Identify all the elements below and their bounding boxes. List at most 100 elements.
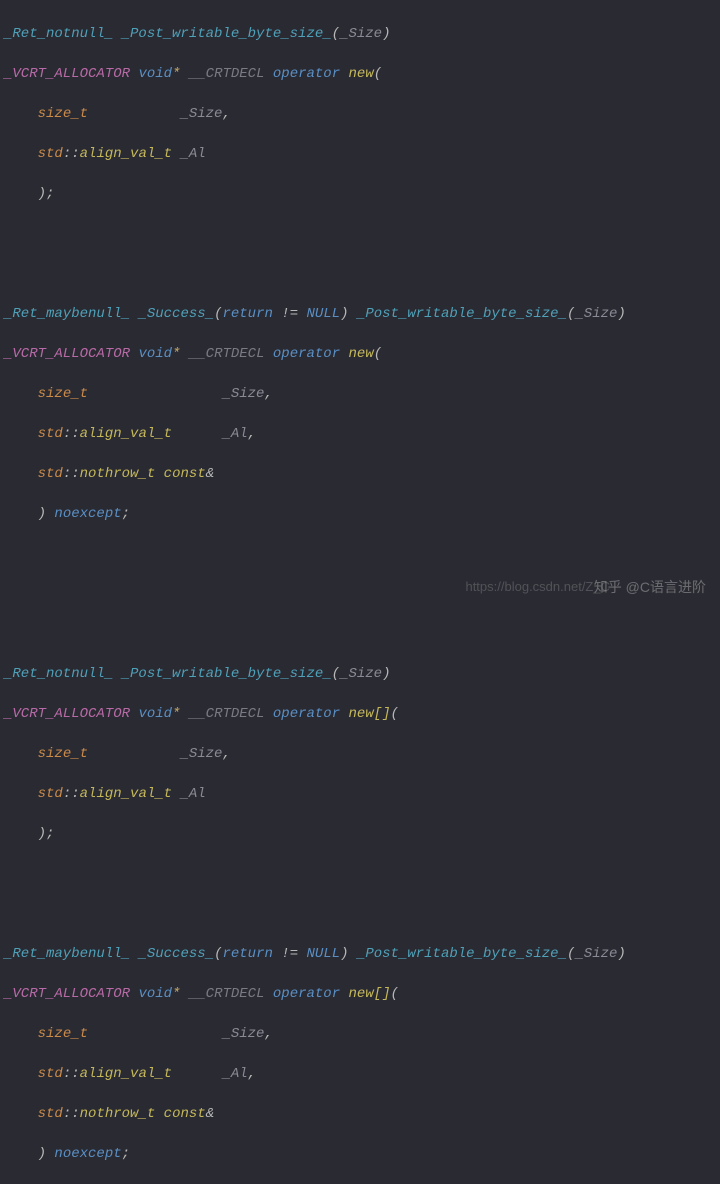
- annotation: _Success_: [138, 946, 214, 962]
- keyword: void: [138, 346, 172, 362]
- keyword: void: [138, 66, 172, 82]
- code-line: _VCRT_ALLOCATOR void* __CRTDECL operator…: [0, 984, 720, 1004]
- punct: ,: [248, 1066, 256, 1082]
- code-line: std::align_val_t _Al: [0, 144, 720, 164]
- punct: ::: [63, 466, 80, 482]
- punct: *: [172, 706, 180, 722]
- type: std: [38, 146, 63, 162]
- identifier: _Size: [575, 946, 617, 962]
- keyword: return: [222, 306, 272, 322]
- punct: *: [172, 346, 180, 362]
- type: align_val_t: [80, 1066, 172, 1082]
- identifier: _Size: [222, 1026, 264, 1042]
- punct: ;: [122, 1146, 130, 1162]
- code-line: [0, 904, 720, 924]
- macro: __CRTDECL: [189, 986, 265, 1002]
- punct: ::: [63, 786, 80, 802]
- keyword: const: [164, 1106, 206, 1122]
- code-line: [0, 264, 720, 284]
- code-line: std::align_val_t _Al,: [0, 424, 720, 444]
- code-line: );: [0, 824, 720, 844]
- keyword: new[]: [349, 986, 391, 1002]
- code-line: _VCRT_ALLOCATOR void* __CRTDECL operator…: [0, 344, 720, 364]
- type: std: [38, 786, 63, 802]
- type: size_t: [38, 1026, 88, 1042]
- annotation: _Ret_notnull_: [4, 666, 113, 682]
- code-line: [0, 864, 720, 884]
- punct: *: [172, 66, 180, 82]
- annotation: _Post_writable_byte_size_: [122, 26, 332, 42]
- keyword: new: [349, 346, 374, 362]
- type: std: [38, 1066, 63, 1082]
- keyword: operator: [273, 986, 340, 1002]
- identifier: _Al: [222, 1066, 247, 1082]
- identifier: _Size: [180, 746, 222, 762]
- punct: ): [38, 1146, 46, 1162]
- punct: (: [214, 946, 222, 962]
- code-line: _VCRT_ALLOCATOR void* __CRTDECL operator…: [0, 64, 720, 84]
- punct: ): [340, 946, 348, 962]
- keyword: const: [164, 466, 206, 482]
- code-line: ) noexcept;: [0, 1144, 720, 1164]
- punct: ;: [46, 826, 54, 842]
- code-line: _Ret_notnull_ _Post_writable_byte_size_(…: [0, 664, 720, 684]
- identifier: _Size: [340, 26, 382, 42]
- code-line: size_t _Size,: [0, 384, 720, 404]
- type: std: [38, 426, 63, 442]
- type: align_val_t: [80, 786, 172, 802]
- identifier: _Size: [180, 106, 222, 122]
- code-line: std::nothrow_t const&: [0, 1104, 720, 1124]
- punct: ): [617, 946, 625, 962]
- type: nothrow_t: [80, 1106, 156, 1122]
- identifier: _Size: [222, 386, 264, 402]
- punct: (: [332, 666, 340, 682]
- type: size_t: [38, 746, 88, 762]
- type: std: [38, 466, 63, 482]
- keyword: return: [222, 946, 272, 962]
- code-line: ) noexcept;: [0, 504, 720, 524]
- type: align_val_t: [80, 426, 172, 442]
- code-line: std::nothrow_t const&: [0, 464, 720, 484]
- punct: ,: [264, 386, 272, 402]
- annotation: _VCRT_ALLOCATOR: [4, 346, 130, 362]
- keyword: NULL: [307, 946, 341, 962]
- keyword: operator: [273, 706, 340, 722]
- annotation: _Ret_maybenull_: [4, 946, 130, 962]
- punct: ,: [222, 746, 230, 762]
- code-line: _Ret_notnull_ _Post_writable_byte_size_(…: [0, 24, 720, 44]
- watermark-zhihu: 知乎 @C语言进阶: [594, 577, 706, 597]
- macro: __CRTDECL: [189, 706, 265, 722]
- punct: ,: [222, 106, 230, 122]
- punct: ::: [63, 426, 80, 442]
- punct: (: [567, 946, 575, 962]
- annotation: _Success_: [138, 306, 214, 322]
- annotation: _VCRT_ALLOCATOR: [4, 66, 130, 82]
- punct: ): [38, 826, 46, 842]
- punct: ): [382, 26, 390, 42]
- code-line: [0, 544, 720, 564]
- punct: *: [172, 986, 180, 1002]
- punct: ): [617, 306, 625, 322]
- keyword: new: [349, 66, 374, 82]
- punct: (: [374, 66, 382, 82]
- punct: ::: [63, 146, 80, 162]
- type: nothrow_t: [80, 466, 156, 482]
- punct: !=: [281, 306, 298, 322]
- code-line: [0, 224, 720, 244]
- identifier: _Al: [222, 426, 247, 442]
- punct: ,: [248, 426, 256, 442]
- punct: (: [332, 26, 340, 42]
- annotation: _Post_writable_byte_size_: [357, 946, 567, 962]
- identifier: _Al: [180, 786, 205, 802]
- code-line: );: [0, 184, 720, 204]
- punct: ): [382, 666, 390, 682]
- punct: &: [206, 1106, 214, 1122]
- code-line: _VCRT_ALLOCATOR void* __CRTDECL operator…: [0, 704, 720, 724]
- punct: !=: [281, 946, 298, 962]
- annotation: _Post_writable_byte_size_: [357, 306, 567, 322]
- punct: &: [206, 466, 214, 482]
- punct: ): [340, 306, 348, 322]
- code-line: std::align_val_t _Al,: [0, 1064, 720, 1084]
- macro: __CRTDECL: [189, 66, 265, 82]
- annotation: _Ret_maybenull_: [4, 306, 130, 322]
